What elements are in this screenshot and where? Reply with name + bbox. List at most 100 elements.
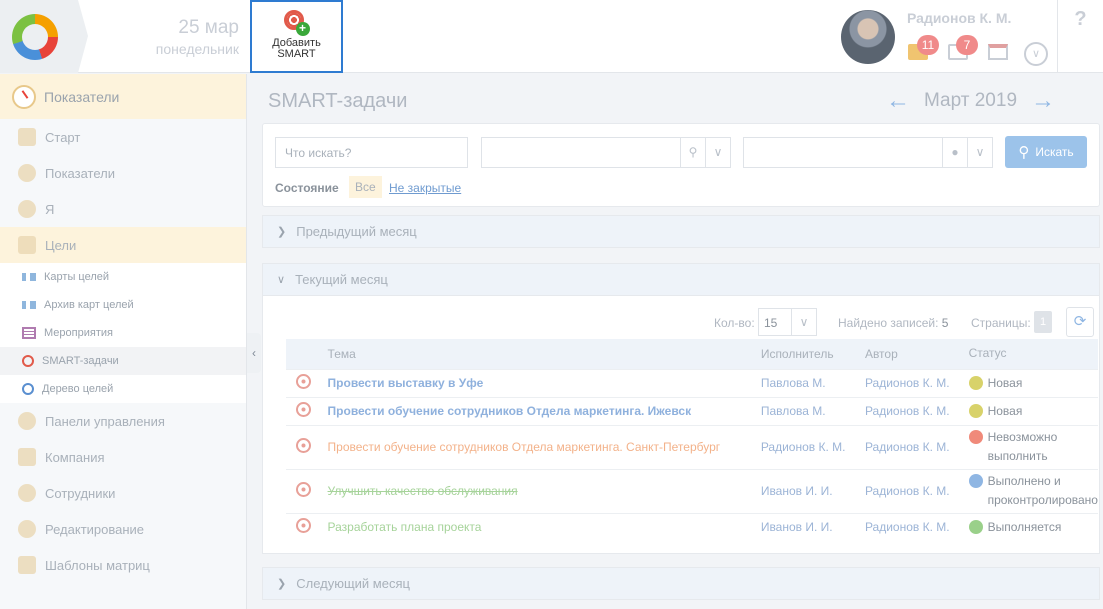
- search-input[interactable]: Что искать?: [275, 137, 468, 168]
- sidebar-item-label: Показатели: [45, 165, 115, 181]
- grid-icon: [18, 128, 36, 146]
- refresh-icon[interactable]: ⟳: [1066, 307, 1094, 337]
- table-row[interactable]: Провести выставку в Уфе Павлова М. Радио…: [286, 368, 1098, 397]
- users-icon: [18, 484, 36, 502]
- sidebar-section-indicators[interactable]: Показатели: [0, 74, 246, 119]
- author-link[interactable]: Радионов К. М.: [865, 440, 950, 454]
- target-icon: [296, 438, 311, 453]
- sidebar-item-start[interactable]: Старт: [0, 119, 246, 155]
- table-row[interactable]: Разработать плана проекта Иванов И. И. Р…: [286, 512, 1098, 541]
- target-icon: [296, 482, 311, 497]
- tasks-count-badge[interactable]: 7: [956, 35, 978, 55]
- sidebar-item-employees[interactable]: Сотрудники: [0, 475, 246, 511]
- executor-link[interactable]: Радионов К. М.: [761, 440, 846, 454]
- target-icon: [22, 355, 34, 367]
- executor-link[interactable]: Иванов И. И.: [761, 520, 833, 534]
- qty-select[interactable]: 15 ∨: [758, 308, 817, 336]
- chevron-down-icon[interactable]: ∨: [967, 138, 992, 167]
- logo-icon[interactable]: [12, 14, 58, 60]
- sidebar-item-dashboards[interactable]: Панели управления: [0, 403, 246, 439]
- column-header-executor[interactable]: Исполнитель: [760, 339, 865, 369]
- sidebar-item-indicators[interactable]: Показатели: [0, 155, 246, 191]
- top-header: 25 мар понедельник + Добавить SMART Ради…: [0, 0, 1103, 73]
- sidebar-item-company[interactable]: Компания: [0, 439, 246, 475]
- executor-link[interactable]: Павлова М.: [761, 376, 826, 390]
- search-button-label: Искать: [1035, 145, 1074, 159]
- user-filter-combobox[interactable]: ● ∨: [743, 137, 993, 168]
- column-header-topic[interactable]: Тема: [327, 339, 761, 369]
- chevron-down-icon[interactable]: ∨: [791, 309, 816, 335]
- sidebar-subitem-goal-maps-archive[interactable]: Архив карт целей: [0, 291, 246, 319]
- chevron-right-icon: ❯: [277, 578, 287, 590]
- sidebar-subitem-label: Дерево целей: [42, 383, 114, 395]
- sidebar-collapse-button[interactable]: ‹: [247, 333, 261, 373]
- table-row[interactable]: Провести обучение сотрудников Отдела мар…: [286, 424, 1098, 469]
- table-header-row: Тема Исполнитель Автор Статус: [286, 339, 1098, 369]
- logo-area[interactable]: [0, 0, 88, 73]
- calendar-icon[interactable]: [988, 44, 1008, 60]
- network-icon: [22, 301, 36, 309]
- smart-tasks-table: Тема Исполнитель Автор Статус Провести в…: [286, 339, 1098, 541]
- play-icon: [968, 519, 983, 534]
- user-icon[interactable]: ●: [942, 138, 967, 167]
- state-label: Состояние: [275, 181, 339, 195]
- state-filter-not-closed[interactable]: Не закрытые: [389, 181, 461, 195]
- sidebar-subitem-smart-tasks[interactable]: SMART-задачи: [0, 347, 246, 375]
- sidebar-subitem-goal-tree[interactable]: Дерево целей: [0, 375, 246, 403]
- sidebar-item-me[interactable]: Я: [0, 191, 246, 227]
- column-header-author[interactable]: Автор: [864, 339, 969, 369]
- section-current-month[interactable]: ∨ Текущий месяц: [262, 263, 1100, 296]
- target-add-icon: +: [283, 10, 310, 36]
- section-previous-month[interactable]: ❯ Предыдущий месяц: [262, 215, 1100, 248]
- column-header-status[interactable]: Статус: [968, 339, 1098, 369]
- executor-link[interactable]: Иванов И. И.: [761, 484, 833, 498]
- sidebar-item-matrix-templates[interactable]: Шаблоны матриц: [0, 547, 246, 583]
- mountain-icon: [18, 236, 36, 254]
- state-filter-all[interactable]: Все: [349, 176, 382, 198]
- sidebar-subitem-events[interactable]: Мероприятия: [0, 319, 246, 347]
- star-icon: [968, 375, 983, 390]
- arrow-left-icon[interactable]: ←: [886, 89, 910, 113]
- section-next-month[interactable]: ❯ Следующий месяц: [262, 567, 1100, 600]
- add-smart-button[interactable]: + Добавить SMART: [250, 0, 343, 73]
- target-icon: [296, 518, 311, 534]
- sidebar-item-label: Компания: [45, 449, 105, 465]
- chevron-down-icon: ∨: [277, 274, 286, 286]
- sidebar-item-goals[interactable]: Цели: [0, 227, 246, 263]
- chevron-down-icon[interactable]: ∨: [705, 138, 730, 167]
- table-row[interactable]: Провести обучение сотрудников Отдела мар…: [286, 396, 1098, 425]
- task-topic-link[interactable]: Улучшить качество обслуживания: [328, 484, 518, 498]
- author-link[interactable]: Радионов К. М.: [865, 376, 950, 390]
- author-link[interactable]: Радионов К. М.: [865, 484, 950, 498]
- status-text: Невозможно выполнить: [987, 430, 1058, 463]
- sidebar-subitem-goal-maps[interactable]: Карты целей: [0, 263, 246, 291]
- current-date: 25 мар: [178, 17, 239, 38]
- column-header-icon: [286, 339, 328, 369]
- status-cell: Невозможно выполнить: [968, 428, 1098, 466]
- author-link[interactable]: Радионов К. М.: [865, 404, 950, 418]
- task-topic-link[interactable]: Провести обучение сотрудников Отдела мар…: [328, 440, 721, 454]
- search-button[interactable]: ⚲ Искать: [1005, 136, 1087, 168]
- add-smart-label: Добавить SMART: [272, 37, 321, 60]
- table-row[interactable]: Улучшить качество обслуживания Иванов И.…: [286, 468, 1098, 513]
- status-cell: Выполняется: [968, 518, 1098, 537]
- page-title: SMART-задачи: [268, 90, 408, 112]
- mail-count-badge[interactable]: 11: [917, 35, 939, 55]
- executor-link[interactable]: Павлова М.: [761, 404, 826, 418]
- task-topic-link[interactable]: Провести обучение сотрудников Отдела мар…: [328, 404, 692, 418]
- page-number-button[interactable]: 1: [1034, 311, 1052, 333]
- author-link[interactable]: Радионов К. М.: [865, 520, 950, 534]
- tree-icon: [22, 383, 34, 395]
- chevron-down-icon[interactable]: ∨: [1024, 42, 1048, 66]
- check-icon: [968, 474, 983, 488]
- task-topic-link[interactable]: Провести выставку в Уфе: [328, 376, 484, 390]
- user-avatar[interactable]: [841, 10, 895, 64]
- help-button[interactable]: ?: [1057, 0, 1103, 73]
- task-topic-link[interactable]: Разработать плана проекта: [328, 520, 482, 534]
- user-name[interactable]: Радионов К. М.: [907, 10, 1011, 26]
- target-filter-combobox[interactable]: ⚲ ∨: [481, 137, 731, 168]
- gears-icon: [18, 520, 36, 538]
- sidebar-item-editing[interactable]: Редактирование: [0, 511, 246, 547]
- search-icon[interactable]: ⚲: [680, 138, 705, 167]
- arrow-right-icon[interactable]: →: [1031, 89, 1055, 113]
